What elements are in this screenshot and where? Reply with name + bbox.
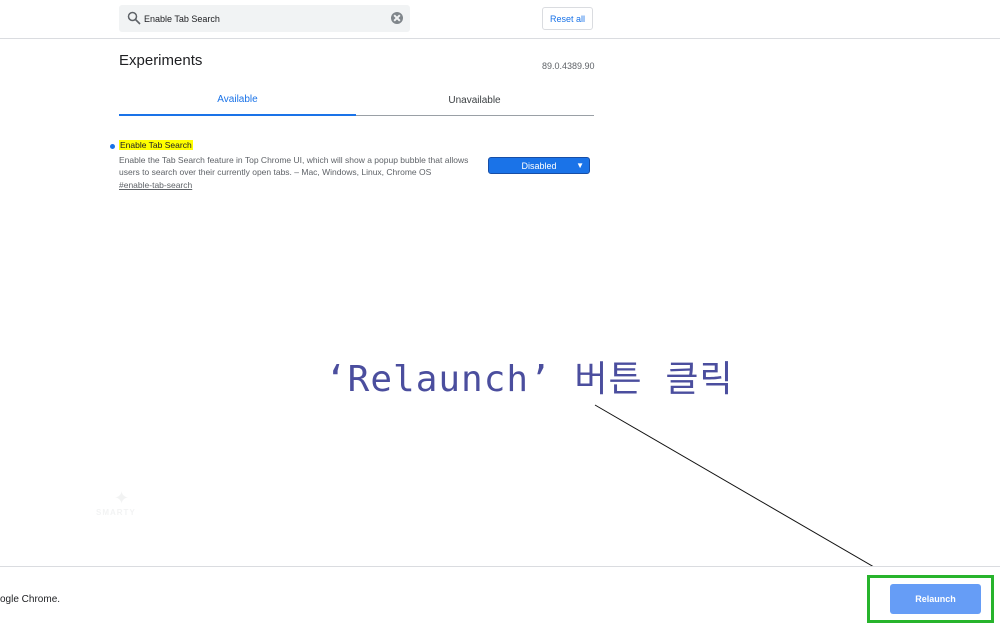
search-box[interactable] [119,5,410,32]
watermark-bird-icon: ✦ [114,488,130,508]
tab-unavailable[interactable]: Unavailable [356,85,593,116]
modified-indicator-dot [110,144,115,149]
experiment-state-select[interactable]: Disabled ▼ [488,157,590,174]
search-input[interactable] [144,9,384,28]
experiment-name: Enable Tab Search [119,140,193,150]
page-title: Experiments [119,52,203,69]
tab-strip: Available Unavailable [119,85,594,116]
relaunch-button[interactable]: Relaunch [890,584,981,614]
watermark-logo: ✦ SMARTY [96,488,166,522]
relaunch-message: ogle Chrome. [0,594,61,605]
header-bar: Reset all [0,0,1000,39]
experiment-permalink[interactable]: #enable-tab-search [119,180,192,190]
select-value: Disabled [521,160,557,171]
clear-icon[interactable] [391,12,403,24]
reset-all-button[interactable]: Reset all [542,7,593,30]
instruction-annotation: ‘Relaunch’ 버튼 클릭 [325,359,734,400]
relaunch-bar: ogle Chrome. Relaunch [0,566,1000,628]
chevron-down-icon: ▼ [576,161,584,170]
search-icon [127,11,141,25]
version-label: 89.0.4389.90 [542,61,595,71]
watermark-text: SMARTY [96,508,136,517]
tab-available[interactable]: Available [119,85,356,116]
experiment-description: Enable the Tab Search feature in Top Chr… [119,155,469,177]
